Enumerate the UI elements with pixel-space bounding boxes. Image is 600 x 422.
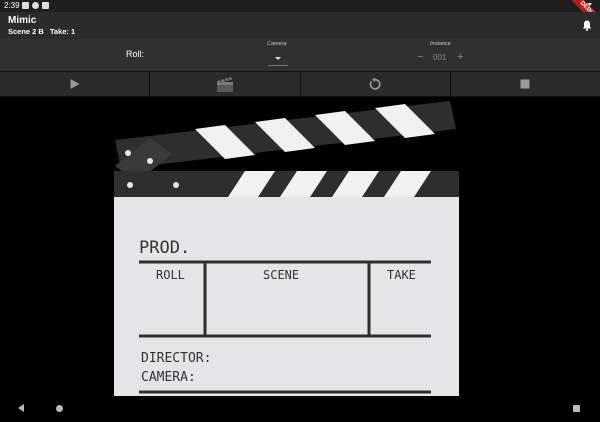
clapper-stick <box>114 171 459 197</box>
notification-icon <box>32 2 39 9</box>
status-time: 2:39 <box>4 1 20 10</box>
replay-icon <box>369 77 381 90</box>
take-label: Take: 1 <box>49 27 76 36</box>
play-button[interactable] <box>0 72 151 96</box>
stop-button[interactable] <box>451 72 600 96</box>
board-surface <box>114 197 459 396</box>
camera-field-label: CAMERA: <box>141 370 196 385</box>
clapperboard-stage: PROD. ROLL SCENE TAKE DIRECTOR: CAMERA: <box>0 98 600 396</box>
app-title: Mimic <box>8 15 37 26</box>
scene-label: Scene 2 B <box>8 27 44 36</box>
notification-icon <box>42 2 49 9</box>
controls-bar: Roll: Camera Instance − 001 + <box>0 39 600 71</box>
action-toolbar <box>0 71 600 97</box>
stop-icon <box>520 79 530 89</box>
camera-dropdown[interactable] <box>268 52 288 66</box>
take-header: TAKE <box>387 268 416 282</box>
notification-icon <box>22 2 29 9</box>
prod-label: PROD. <box>139 238 190 258</box>
roll-label: Roll: <box>126 49 145 59</box>
app-bar: Mimic Scene 2 B Take: 1 <box>0 12 600 39</box>
instance-value: 001 <box>433 53 447 62</box>
instance-decrement-button[interactable]: − <box>417 51 423 63</box>
clapper-arm <box>115 101 456 182</box>
roll-header: ROLL <box>156 268 185 282</box>
app-subtitle: Scene 2 B Take: 1 <box>8 27 75 36</box>
camera-label: Camera <box>267 41 287 47</box>
status-bar: 2:39 DEBUG <box>0 0 600 33</box>
home-icon[interactable] <box>56 405 63 412</box>
back-icon[interactable] <box>18 404 24 412</box>
reset-button[interactable] <box>301 72 451 96</box>
scene-header: SCENE <box>263 268 299 282</box>
dropdown-arrow-icon <box>275 57 281 60</box>
instance-increment-button[interactable]: + <box>457 51 463 63</box>
director-label: DIRECTOR: <box>141 351 211 366</box>
navigation-bar <box>0 396 600 422</box>
notification-icons <box>22 2 49 9</box>
instance-label: Instance <box>430 41 451 47</box>
play-icon <box>70 79 80 89</box>
recents-icon[interactable] <box>573 405 580 412</box>
clapperboard-image[interactable]: PROD. ROLL SCENE TAKE DIRECTOR: CAMERA: <box>0 98 600 396</box>
bell-icon[interactable] <box>582 20 592 31</box>
clapper-button[interactable] <box>150 72 301 96</box>
clapperboard-icon <box>216 77 233 92</box>
